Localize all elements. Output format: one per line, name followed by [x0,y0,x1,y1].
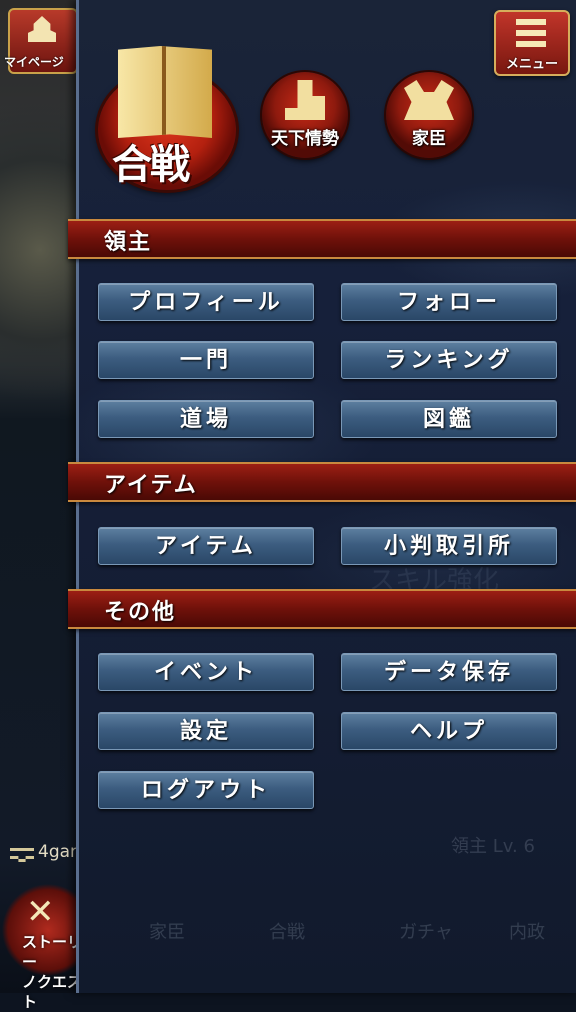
encyclopedia-button[interactable]: 図鑑 [341,400,557,438]
dojo-button[interactable]: 道場 [98,400,314,438]
section-header-other: その他 [68,589,576,629]
battle-label: 合戦 [112,141,190,188]
mypage-label: マイページ [4,55,64,69]
data-save-button[interactable]: データ保存 [341,653,557,691]
item-button[interactable]: アイテム [98,527,314,565]
event-button[interactable]: イベント [98,653,314,691]
logout-button[interactable]: ログアウト [98,771,314,809]
section-header-item: アイテム [68,462,576,502]
tenka-jousei-label: 天下情勢 [271,129,339,149]
settings-button[interactable]: 設定 [98,712,314,750]
ranking-button[interactable]: ランキング [341,341,557,379]
faded-tab-gacha: ガチャ [399,922,453,943]
koban-exchange-button[interactable]: 小判取引所 [341,527,557,565]
faded-tab-naisei: 内政 [509,922,545,943]
faded-bottom-nav: 領主 Lv. 6 家臣 合戦 ガチャ 内政 [79,836,576,993]
family-crest-icon [10,848,34,862]
section-title-item: アイテム [104,472,198,498]
clan-button[interactable]: 一門 [98,341,314,379]
faded-level-text: 領主 Lv. 6 [451,836,535,857]
banner-icon [118,46,212,138]
follow-button[interactable]: フォロー [341,283,557,321]
castle-map-icon [285,80,325,120]
hamburger-icon [516,19,546,47]
menu-button-label: メニュー [505,57,558,72]
menu-button[interactable]: メニュー [494,10,570,76]
faded-tab-kashin: 家臣 [149,922,185,943]
profile-button[interactable]: プロフィール [98,283,314,321]
help-button[interactable]: ヘルプ [341,712,557,750]
tenka-jousei-button[interactable]: 天下情勢 [262,72,348,158]
faded-tab-kassen: 合戦 [269,922,305,943]
section-header-ryoshu: 領主 [68,219,576,259]
crossed-swords-icon: ✕ [26,892,55,932]
section-title-other: その他 [104,599,177,625]
kashin-label: 家臣 [412,129,446,149]
section-title-ryoshu: 領主 [104,229,153,255]
samurai-helmet-icon [404,80,454,120]
kashin-button[interactable]: 家臣 [386,72,472,158]
mypage-button[interactable]: マイページ [4,8,78,74]
castle-icon [28,16,56,42]
battle-button[interactable]: 合戦 [98,46,238,192]
